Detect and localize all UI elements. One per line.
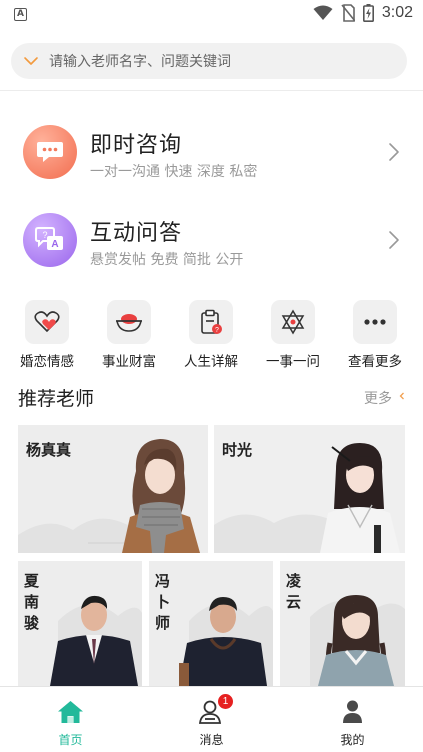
teacher-name: 冯卜师 <box>155 572 171 632</box>
service-subtitle: 悬赏发帖 免费 简批 公开 <box>90 252 244 268</box>
unread-badge: 1 <box>218 694 233 709</box>
teacher-card[interactable]: 冯卜师 <box>149 561 273 686</box>
category-life[interactable]: ? 人生详解 <box>170 300 252 370</box>
tab-profile[interactable]: 我的 <box>282 687 423 752</box>
category-label: 查看更多 <box>348 354 402 370</box>
teacher-card[interactable]: 时光 <box>214 425 405 553</box>
category-row: 婚恋情感 事业财富 ? 人生详解 一事一问 查看更多 <box>0 300 423 370</box>
clipboard-icon: ? <box>189 300 233 344</box>
teacher-name: 凌云 <box>286 572 302 611</box>
wifi-icon <box>313 5 333 20</box>
tab-label: 消息 <box>199 733 224 747</box>
search-bar[interactable]: 请输入老师名字、问题关键词 <box>11 43 407 79</box>
qa-icon: ? A <box>23 213 77 267</box>
heart-icon <box>25 300 69 344</box>
notification-a-icon: A <box>14 8 27 21</box>
no-sim-icon <box>341 4 355 22</box>
category-love[interactable]: 婚恋情感 <box>6 300 88 370</box>
treasure-bowl-icon <box>107 300 151 344</box>
service-title: 互动问答 <box>90 221 183 246</box>
divider <box>0 90 423 91</box>
teacher-name: 夏南骏 <box>24 572 40 632</box>
bottom-tab-bar: 首页 1 消息 我的 <box>0 686 423 752</box>
home-icon[interactable] <box>57 699 84 725</box>
category-label: 婚恋情感 <box>20 354 74 370</box>
teacher-photo <box>179 597 267 686</box>
star-of-david-icon <box>271 300 315 344</box>
teacher-photo <box>320 443 400 553</box>
search-placeholder[interactable]: 请输入老师名字、问题关键词 <box>49 51 231 71</box>
more-link[interactable]: 更多 <box>364 388 392 408</box>
recommend-title: 推荐老师 <box>18 388 95 410</box>
category-more[interactable]: 查看更多 <box>334 300 416 370</box>
category-label: 人生详解 <box>184 354 238 370</box>
status-bar: A 3:02 <box>0 0 423 30</box>
battery-charging-icon <box>362 4 374 22</box>
svg-text:A: A <box>51 239 58 250</box>
svg-text:?: ? <box>42 230 47 240</box>
tab-home[interactable]: 首页 <box>0 687 141 752</box>
teacher-name: 杨真真 <box>26 441 72 459</box>
instant-consult-entry[interactable]: 即时咨询 一对一沟通 快速 深度 私密 <box>0 125 423 195</box>
chat-bubble-icon <box>23 125 77 179</box>
category-label: 事业财富 <box>102 354 156 370</box>
tab-label: 首页 <box>58 733 83 747</box>
svg-text:?: ? <box>215 327 219 334</box>
service-title: 即时咨询 <box>90 133 183 158</box>
teacher-photo <box>318 595 394 686</box>
profile-icon[interactable] <box>339 699 366 725</box>
teacher-card[interactable]: 夏南骏 <box>18 561 142 686</box>
tab-messages[interactable]: 1 消息 <box>141 687 282 752</box>
chevron-left-icon[interactable] <box>399 392 405 400</box>
category-label: 一事一问 <box>266 354 320 370</box>
more-dots-icon <box>353 300 397 344</box>
chevron-right-icon[interactable] <box>387 141 401 163</box>
chevron-down-icon[interactable] <box>23 53 39 69</box>
category-career[interactable]: 事业财富 <box>88 300 170 370</box>
tab-label: 我的 <box>340 733 365 747</box>
teacher-card[interactable]: 凌云 <box>280 561 405 686</box>
service-subtitle: 一对一沟通 快速 深度 私密 <box>90 164 258 180</box>
teacher-name: 时光 <box>222 441 253 459</box>
chevron-right-icon[interactable] <box>387 229 401 251</box>
teacher-photo <box>122 439 200 553</box>
teacher-photo <box>50 595 138 686</box>
teacher-card[interactable]: 杨真真 <box>18 425 208 553</box>
clock-time: 3:02 <box>381 4 413 21</box>
qa-entry[interactable]: ? A 互动问答 悬赏发帖 免费 简批 公开 <box>0 213 423 283</box>
category-one-question[interactable]: 一事一问 <box>252 300 334 370</box>
